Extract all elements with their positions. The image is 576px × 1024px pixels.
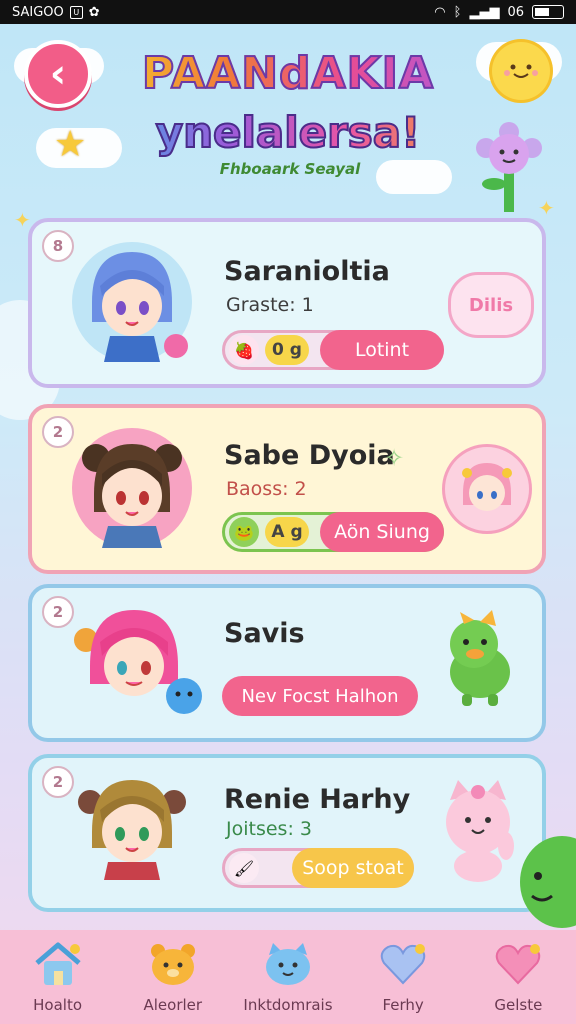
sun-icon [492, 42, 550, 100]
tab-label: Aleorler [143, 996, 203, 1014]
avatar [72, 600, 202, 720]
reward-pill: 🐸 A g Aön Siung [222, 512, 444, 552]
tab-label: Hoalto [33, 996, 83, 1014]
friend-avatar[interactable] [442, 444, 532, 534]
rank-badge: 2 [42, 766, 74, 798]
page-title: PAANdAKIA [110, 47, 466, 100]
leaderboard-card[interactable]: 2 Sabe Dyoia ✧ Baoss: 2 🐸 A g Aön Siung [28, 404, 546, 574]
status-bar: SAIGOO U ✿ ◠ ᛒ ▂▄▆ 06 [0, 0, 576, 24]
avatar [72, 428, 192, 548]
page-subtitle: Fhboaark Seayal [219, 160, 361, 178]
action-button[interactable]: Aön Siung [320, 512, 444, 552]
bluetooth-icon: ᛒ [453, 4, 462, 20]
star-icon: ★ [54, 124, 87, 165]
avatar [72, 242, 192, 362]
notification-icon: U [69, 5, 83, 19]
settings-icon: ✿ [88, 4, 100, 20]
rank-badge: 2 [42, 416, 74, 448]
bear-icon [147, 940, 199, 988]
player-name: Savis [224, 618, 305, 649]
clock-label: 06 [507, 4, 524, 20]
action-button[interactable]: Lotint [320, 330, 444, 370]
strawberry-icon: 🍓 [229, 335, 259, 365]
flower-decoration-icon [474, 122, 544, 212]
tab-home[interactable]: Hoalto [8, 940, 108, 1014]
reward-amount: 0 g [265, 335, 309, 365]
reward-pill: 🍓 0 g Lotint [222, 330, 444, 370]
rank-badge: 8 [42, 230, 74, 262]
action-button[interactable]: Nev Focst Halhon [222, 676, 418, 716]
chat-bubble-button[interactable]: Dilis [448, 272, 534, 338]
carrier-label: SAIGOO [12, 4, 64, 20]
player-stat: Baoss: 2 [226, 478, 307, 500]
sparkle-icon: ✦ [14, 208, 31, 232]
sparkle-icon: ✧ [384, 444, 405, 472]
tab-label: Ferhy [382, 996, 424, 1014]
pink-heart-icon [492, 940, 544, 988]
leaderboard-card[interactable]: 8 Saranioltia Graste: 1 🍓 0 g Lotint Dil… [28, 218, 546, 388]
player-stat: Graste: 1 [226, 294, 314, 316]
bottom-tab-bar: Hoalto Aleorler Inktdomrais Ferhy Gelste [0, 930, 576, 1024]
leaderboard-card[interactable]: 2 Savis Nev Focst Halhon [28, 584, 546, 742]
battery-icon [532, 5, 564, 19]
action-pill: Nev Focst Halhon [222, 676, 418, 716]
avatar [72, 768, 192, 888]
tab-label: Inktdomrais [243, 996, 333, 1014]
signal-icon: ▂▄▆ [469, 4, 500, 20]
back-arrow-icon: ‹ [49, 51, 67, 97]
action-button[interactable]: Soop stoat [292, 848, 414, 888]
back-button[interactable]: ‹ [24, 40, 92, 108]
frog-coin-icon: 🐸 [229, 517, 259, 547]
player-name: Sabe Dyoia [224, 440, 395, 471]
tab-bear[interactable]: Aleorler [123, 940, 223, 1014]
green-creature-icon [512, 832, 576, 932]
paintbrush-icon: 🖌 [229, 853, 259, 883]
player-name: Saranioltia [224, 256, 390, 287]
page-title-line2: ynelalersa! [110, 107, 466, 158]
house-icon [32, 940, 84, 988]
tab-settings[interactable]: Gelste [468, 940, 568, 1014]
cat-icon [262, 940, 314, 988]
dinosaur-pet-icon[interactable] [434, 610, 524, 710]
tab-favorites[interactable]: Ferhy [353, 940, 453, 1014]
player-stat: Joitses: 3 [226, 818, 312, 840]
wifi-icon: ◠ [434, 4, 446, 20]
leaderboard-card[interactable]: 2 Renie Harhy Joitses: 3 🖌 Soop stoat [28, 754, 546, 912]
tab-friends[interactable]: Inktdomrais [238, 940, 338, 1014]
tab-label: Gelste [494, 996, 543, 1014]
reward-pill: 🖌 Soop stoat [222, 848, 414, 888]
rank-badge: 2 [42, 596, 74, 628]
player-name: Renie Harhy [224, 784, 411, 815]
reward-amount: A g [265, 517, 309, 547]
heart-icon [377, 940, 429, 988]
